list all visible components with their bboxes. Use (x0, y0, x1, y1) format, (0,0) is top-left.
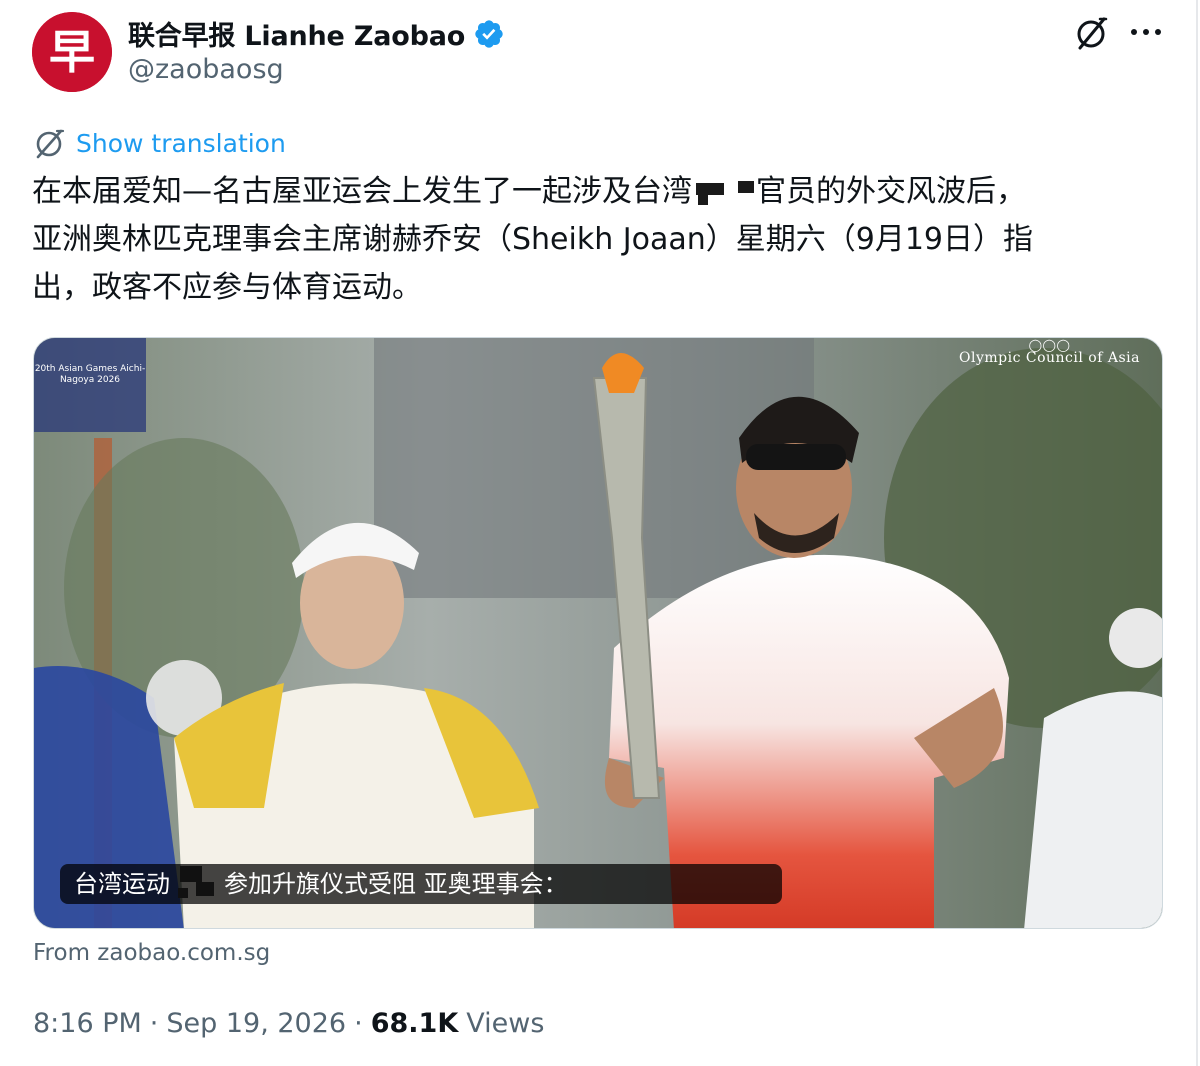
oca-watermark-text: Olympic Council of Asia (959, 350, 1140, 366)
views-label: Views (466, 1008, 545, 1039)
tweet-line-1-part-b: 官员的外交风波后， (756, 174, 1026, 209)
source-domain-link[interactable]: From zaobao.com.sg (33, 940, 270, 966)
redaction-mark (692, 175, 756, 205)
meta-separator: · (354, 1008, 363, 1039)
tweet-line-1-part-a: 在本届爱知—名古屋亚运会上发生了一起涉及台湾 (32, 174, 692, 209)
tweet-time[interactable]: 8:16 PM (33, 1008, 142, 1039)
tweet-line-1: 在本届爱知—名古屋亚运会上发生了一起涉及台湾 官员的外交风波后， (32, 168, 1172, 216)
show-translation-label: Show translation (76, 128, 286, 158)
verified-badge-icon (475, 19, 503, 48)
oca-watermark: ◯◯◯ Olympic Council of Asia (959, 338, 1140, 366)
tweet-text: 在本届爱知—名古屋亚运会上发生了一起涉及台湾 官员的外交风波后， 亚洲奥林匹克理事… (32, 168, 1172, 312)
views-count: 68.1K (370, 1008, 459, 1039)
page-divider (1196, 0, 1198, 1066)
avatar[interactable]: 早 (32, 12, 112, 92)
display-name[interactable]: 联合早报 Lianhe Zaobao (128, 14, 465, 53)
games-logo-text: 20th Asian Games Aichi-Nagoya 2026 (34, 364, 146, 385)
redaction-mark (568, 864, 768, 904)
tweet-line-2: 亚洲奥林匹克理事会主席谢赫乔安（Sheikh Joaan）星期六（9月19日）指 (32, 222, 1034, 257)
tweet-date[interactable]: Sep 19, 2026 (166, 1008, 346, 1039)
redaction-mark (170, 864, 224, 904)
torch-relay-photo (34, 338, 1162, 928)
link-preview-card[interactable]: 20th Asian Games Aichi-Nagoya 2026 ◯◯◯ O… (33, 337, 1163, 929)
card-title[interactable]: 台湾运动 参加升旗仪式受阻 亚奥理事会： (60, 864, 782, 904)
tweet-line-3: 出，政客不应参与体育运动。 (32, 270, 422, 305)
card-title-part-b: 参加升旗仪式受阻 亚奥理事会： (224, 870, 568, 898)
show-translation-link[interactable]: Show translation (32, 126, 286, 160)
more-horizontal-icon[interactable] (1128, 20, 1164, 44)
author-handle[interactable]: @zaobaosg (128, 54, 284, 85)
olympic-rings-icon: ◯◯◯ (1028, 338, 1071, 352)
asian-games-logo: 20th Asian Games Aichi-Nagoya 2026 (34, 338, 146, 432)
card-title-part-a: 台湾运动 (74, 870, 170, 898)
grok-slash-icon[interactable] (1072, 14, 1110, 52)
meta-separator: · (149, 1008, 159, 1039)
tweet-meta: 8:16 PM · Sep 19, 2026 · 68.1K Views (33, 1008, 544, 1039)
translate-globe-icon (36, 129, 65, 159)
avatar-glyph: 早 (49, 25, 95, 79)
author-name-row[interactable]: 联合早报 Lianhe Zaobao (128, 14, 505, 53)
zaobao-logo-icon: 早 (32, 12, 112, 92)
